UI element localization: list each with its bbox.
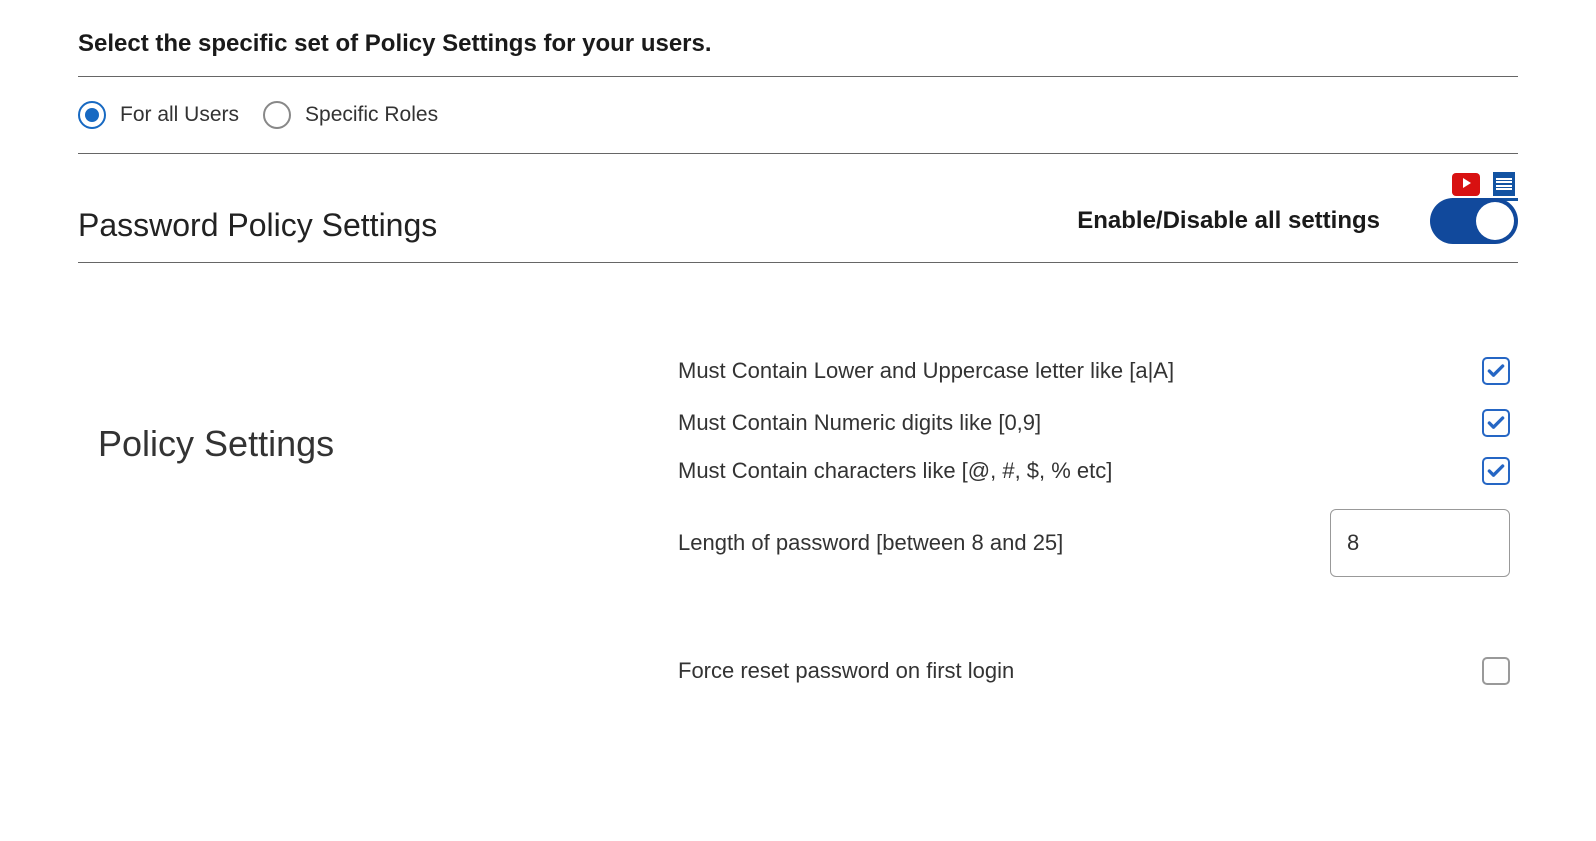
toggle-knob-icon [1476, 202, 1514, 240]
radio-circle-selected-icon [78, 101, 106, 129]
section-header: Password Policy Settings Enable/Disable … [78, 154, 1518, 262]
master-toggle-switch[interactable] [1430, 198, 1518, 244]
page-instruction: Select the specific set of Policy Settin… [78, 30, 1518, 58]
video-help-link[interactable] [1452, 173, 1480, 201]
setting-row-special: Must Contain characters like [@, #, $, %… [678, 447, 1518, 495]
setting-force-reset-label: Force reset password on first login [678, 658, 1014, 684]
settings-left-column: Policy Settings [78, 343, 638, 699]
radio-specific-roles[interactable]: Specific Roles [263, 101, 438, 129]
setting-length-label: Length of password [between 8 and 25] [678, 530, 1063, 556]
settings-right-column: Must Contain Lower and Uppercase letter … [678, 343, 1518, 699]
scope-radio-group: For all Users Specific Roles [78, 77, 1518, 153]
master-toggle-block: Enable/Disable all settings [1077, 198, 1518, 244]
settings-content: Policy Settings Must Contain Lower and U… [78, 343, 1518, 699]
video-play-icon [1452, 173, 1480, 196]
divider-section [78, 262, 1518, 263]
master-toggle-label: Enable/Disable all settings [1077, 207, 1380, 235]
radio-specific-roles-label: Specific Roles [305, 103, 438, 127]
setting-force-reset-checkbox[interactable] [1482, 657, 1510, 685]
setting-row-case: Must Contain Lower and Uppercase letter … [678, 343, 1518, 399]
radio-for-all-users[interactable]: For all Users [78, 101, 239, 129]
document-help-link[interactable] [1490, 172, 1518, 201]
setting-numeric-checkbox[interactable] [1482, 409, 1510, 437]
setting-row-force-reset: Force reset password on first login [678, 643, 1518, 699]
document-icon [1493, 172, 1515, 196]
setting-case-checkbox[interactable] [1482, 357, 1510, 385]
setting-numeric-label: Must Contain Numeric digits like [0,9] [678, 410, 1041, 436]
help-icons-row [1452, 172, 1518, 201]
setting-special-label: Must Contain characters like [@, #, $, %… [678, 458, 1112, 484]
checkmark-icon [1486, 461, 1506, 481]
section-title: Password Policy Settings [78, 207, 437, 244]
setting-length-input[interactable] [1330, 509, 1510, 577]
setting-special-checkbox[interactable] [1482, 457, 1510, 485]
setting-row-numeric: Must Contain Numeric digits like [0,9] [678, 399, 1518, 447]
checkmark-icon [1486, 361, 1506, 381]
radio-for-all-users-label: For all Users [120, 103, 239, 127]
policy-settings-subtitle: Policy Settings [98, 423, 638, 465]
setting-case-label: Must Contain Lower and Uppercase letter … [678, 358, 1174, 384]
checkmark-icon [1486, 413, 1506, 433]
setting-row-length: Length of password [between 8 and 25] [678, 495, 1518, 591]
radio-circle-unselected-icon [263, 101, 291, 129]
